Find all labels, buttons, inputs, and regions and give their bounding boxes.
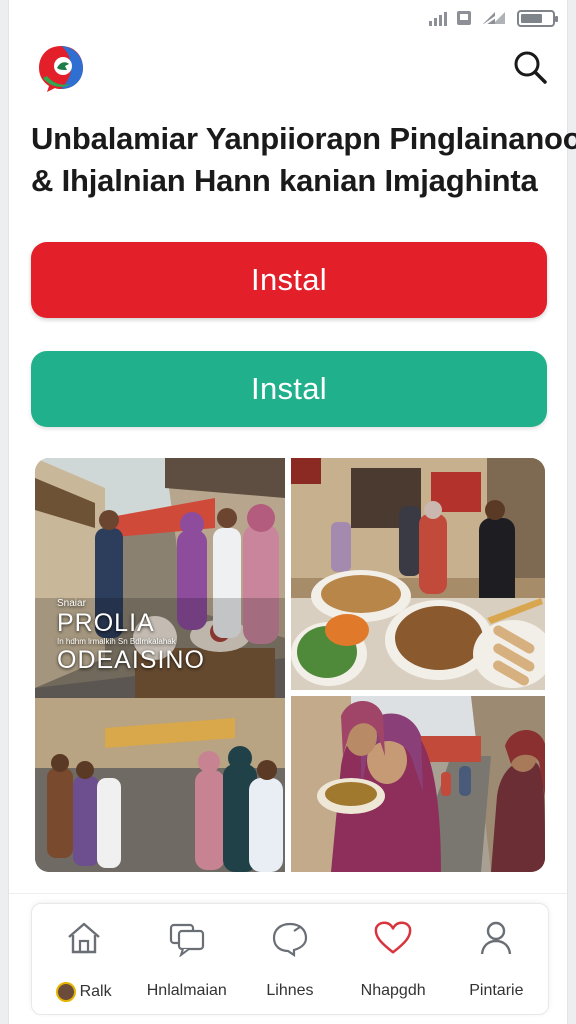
gallery-photo-food-dishes[interactable] bbox=[291, 458, 545, 690]
profile-icon bbox=[476, 918, 516, 958]
install-button-primary[interactable]: Instal bbox=[31, 242, 547, 318]
divider bbox=[9, 893, 567, 894]
caption-subtitle: In hdhm lrmalkih Sn Bdlmkalahak bbox=[57, 637, 176, 646]
search-button[interactable] bbox=[511, 48, 549, 86]
search-icon bbox=[514, 51, 547, 84]
screenshot-gallery[interactable]: Snaiar PROLIA In hdhm lrmalkih Sn Bdlmka… bbox=[35, 458, 545, 872]
nav-label-home: Ralk bbox=[79, 983, 112, 1000]
caption-title-2: ODEAISINO bbox=[57, 646, 205, 674]
sim-icon bbox=[457, 11, 471, 25]
caption-small: Snaiar bbox=[57, 598, 86, 609]
photo-caption: Snaiar PROLIA In hdhm lrmalkih Sn Bdlmka… bbox=[57, 598, 267, 674]
app-logo-icon[interactable] bbox=[37, 42, 85, 94]
nav-item-profile[interactable]: Pintarie bbox=[446, 918, 546, 1000]
page-title-line-2: & Ihjalnian Hann kanian Imjaghinta bbox=[31, 163, 538, 198]
avatar bbox=[55, 982, 76, 1002]
status-bar bbox=[9, 0, 567, 34]
gallery-photo-market-street[interactable]: Snaiar PROLIA In hdhm lrmalkih Sn Bdlmka… bbox=[35, 458, 285, 872]
bottom-navigation: Ralk Hnlalmaian Lihnes Nhapgdh Pintarie bbox=[31, 903, 549, 1015]
heart-icon bbox=[373, 918, 413, 958]
page-title: Unbalamiar Yanpiiorapn Pinglainanoo & Ih… bbox=[31, 118, 576, 202]
nav-item-favorites[interactable]: Nhapgdh bbox=[343, 918, 443, 1000]
app-screen: Unbalamiar Yanpiiorapn Pinglainanoo & Ih… bbox=[8, 0, 576, 1024]
gallery-photo-women-sharing[interactable] bbox=[291, 696, 545, 872]
nav-item-messages[interactable]: Hnlalmaian bbox=[137, 918, 237, 1000]
battery-icon bbox=[517, 9, 558, 27]
chat-icon bbox=[167, 918, 207, 958]
nav-label-messages: Hnlalmaian bbox=[146, 982, 227, 999]
page-title-line-1: Unbalamiar Yanpiiorapn Pinglainanoo bbox=[31, 121, 576, 156]
nav-item-home[interactable]: Ralk bbox=[34, 918, 134, 1002]
nav-label-favorites: Nhapgdh bbox=[360, 982, 426, 999]
nav-item-discover[interactable]: Lihnes bbox=[240, 918, 340, 1000]
home-icon bbox=[64, 918, 104, 958]
nav-label-discover: Lihnes bbox=[266, 982, 314, 999]
nav-label-profile: Pintarie bbox=[469, 982, 524, 999]
wifi-icon bbox=[483, 10, 505, 26]
speech-bubble-icon bbox=[270, 918, 310, 958]
caption-title-1: PROLIA bbox=[57, 609, 155, 637]
install-button-secondary[interactable]: Instal bbox=[31, 351, 547, 427]
signal-icon bbox=[429, 10, 447, 26]
